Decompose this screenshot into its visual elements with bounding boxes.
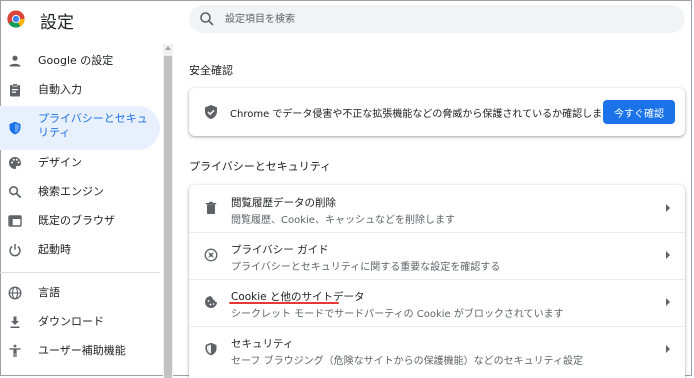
search-input[interactable] bbox=[225, 5, 665, 33]
row-subtitle: シークレット モードでサードパーティの Cookie がブロックされています bbox=[231, 309, 564, 320]
privacy-security-card: 閲覧履歴データの削除 閲覧履歴、Cookie、キャッシュなどを削除します プライ… bbox=[189, 185, 685, 378]
row-subtitle: 閲覧履歴、Cookie、キャッシュなどを削除します bbox=[231, 215, 455, 226]
row-divider bbox=[189, 326, 685, 327]
sidebar-item-autofill[interactable]: 自動入力 bbox=[0, 75, 160, 105]
trash-icon bbox=[205, 201, 217, 214]
cookies-site-data-row[interactable]: Cookie と他のサイトデータ シークレット モードでサードパーティの Coo… bbox=[189, 279, 685, 326]
row-title: プライバシー ガイド bbox=[231, 244, 329, 256]
clear-browsing-data-row[interactable]: 閲覧履歴データの削除 閲覧履歴、Cookie、キャッシュなどを削除します bbox=[189, 185, 685, 232]
privacy-section-heading: プライバシーとセキュリティ bbox=[189, 160, 332, 173]
chrome-logo-icon bbox=[7, 10, 25, 28]
search-bar[interactable] bbox=[189, 5, 685, 33]
chevron-right-icon bbox=[666, 204, 670, 212]
scrollbar-thumb[interactable] bbox=[164, 56, 172, 378]
chevron-right-icon bbox=[666, 345, 670, 353]
browser-icon bbox=[8, 215, 22, 227]
sidebar-item-label: 自動入力 bbox=[38, 83, 82, 96]
sidebar-item-default-browser[interactable]: 既定のブラウザ bbox=[0, 206, 160, 236]
clipboard-icon bbox=[10, 83, 20, 97]
sidebar-item-privacy-security[interactable]: プライバシーとセキュリティ bbox=[0, 106, 160, 150]
shield-icon bbox=[9, 121, 21, 135]
header: 設定 bbox=[0, 0, 694, 40]
sidebar-item-label: 既定のブラウザ bbox=[38, 214, 115, 227]
sidebar-item-label: 言語 bbox=[38, 286, 60, 299]
sidebar-item-appearance[interactable]: デザイン bbox=[0, 148, 160, 178]
sidebar-item-accessibility[interactable]: ユーザー補助機能 bbox=[0, 336, 160, 366]
privacy-guide-row[interactable]: プライバシー ガイド プライバシーとセキュリティに関する重要な設定を確認する bbox=[189, 232, 685, 279]
person-icon bbox=[9, 55, 21, 67]
shield-icon bbox=[205, 342, 217, 356]
sidebar-item-languages[interactable]: 言語 bbox=[0, 278, 160, 308]
sidebar-item-label: プライバシーとセキュリティ bbox=[38, 112, 148, 139]
sidebar-item-label: ダウンロード bbox=[38, 315, 104, 328]
compass-icon bbox=[204, 248, 218, 262]
security-row[interactable]: セキュリティ セーフ ブラウジング（危険なサイトからの保護機能）などのセキュリテ… bbox=[189, 326, 685, 373]
download-icon bbox=[10, 316, 20, 328]
globe-icon bbox=[8, 286, 22, 300]
shield-check-icon bbox=[205, 105, 217, 119]
sidebar-item-label: デザイン bbox=[38, 156, 82, 169]
scroll-up-arrow-icon[interactable] bbox=[165, 46, 171, 50]
row-divider bbox=[189, 279, 685, 280]
chevron-right-icon bbox=[666, 251, 670, 259]
sidebar-item-downloads[interactable]: ダウンロード bbox=[0, 307, 160, 337]
safety-check-heading: 安全確認 bbox=[189, 64, 233, 77]
sidebar-divider bbox=[0, 272, 160, 273]
check-now-button[interactable]: 今すぐ確認 bbox=[603, 100, 675, 124]
cookie-icon bbox=[205, 296, 217, 308]
row-subtitle: プライバシーとセキュリティに関する重要な設定を確認する bbox=[231, 262, 501, 273]
sidebar-item-label: 起動時 bbox=[38, 243, 71, 256]
row-subtitle: セーフ ブラウジング（危険なサイトからの保護機能）などのセキュリティ設定 bbox=[231, 356, 583, 367]
highlight-underline bbox=[229, 302, 339, 304]
safety-check-description: Chrome でデータ侵害や不正な拡張機能などの脅威から保護されているか確認しま… bbox=[230, 109, 613, 120]
safety-check-card: Chrome でデータ侵害や不正な拡張機能などの脅威から保護されているか確認しま… bbox=[189, 88, 685, 136]
sidebar-item-label: ユーザー補助機能 bbox=[38, 344, 126, 357]
sidebar-item-label: 検索エンジン bbox=[38, 185, 104, 198]
row-divider bbox=[189, 232, 685, 233]
search-icon bbox=[8, 185, 22, 199]
sidebar-item-on-startup[interactable]: 起動時 bbox=[0, 235, 160, 265]
palette-icon bbox=[9, 157, 21, 169]
power-icon bbox=[9, 244, 21, 257]
sidebar-scrollbar[interactable] bbox=[163, 44, 173, 378]
sidebar-item-search-engine[interactable]: 検索エンジン bbox=[0, 177, 160, 207]
chevron-right-icon bbox=[666, 298, 670, 306]
sidebar: Google の設定 自動入力 プライバシーとセキュリティ デザイン 検索エンジ… bbox=[0, 44, 173, 378]
sidebar-item-google-settings[interactable]: Google の設定 bbox=[0, 46, 160, 76]
row-title: セキュリティ bbox=[231, 338, 294, 350]
search-icon bbox=[200, 12, 214, 26]
row-title: 閲覧履歴データの削除 bbox=[231, 197, 336, 209]
sidebar-item-label: Google の設定 bbox=[38, 54, 114, 67]
page-title: 設定 bbox=[40, 13, 74, 33]
accessibility-icon bbox=[9, 344, 21, 357]
